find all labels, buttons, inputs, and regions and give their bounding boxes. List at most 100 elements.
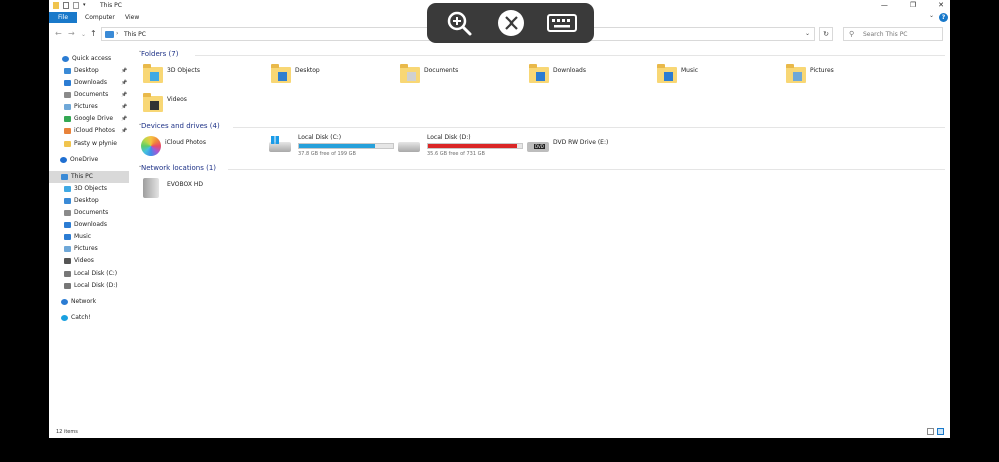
chevron-down-icon[interactable]: ⌄	[805, 30, 810, 37]
tab-file[interactable]: File	[49, 12, 77, 23]
device-label: iCloud Photos	[165, 139, 206, 146]
breadcrumb-this-pc[interactable]: This PC	[124, 31, 146, 38]
search-input[interactable]: ⚲ Search This PC	[843, 27, 943, 41]
remote-connection-icon[interactable]	[497, 9, 525, 37]
disk-usage-bar	[298, 143, 394, 149]
sidebar-item-quick-access[interactable]: Quick access	[49, 53, 129, 65]
folder-small-icon[interactable]	[53, 2, 59, 9]
pin-icon: 📌	[121, 80, 128, 86]
network-location-label: EVOBOX HD	[167, 181, 204, 188]
folder-documents[interactable]: Documents	[400, 64, 510, 90]
sidebar-item-network[interactable]: Network	[49, 296, 129, 308]
folder-icon	[400, 64, 420, 83]
disk-usage-bar	[427, 143, 523, 149]
documents-icon	[64, 92, 71, 98]
folder-desktop[interactable]: Desktop	[271, 64, 381, 90]
refresh-button[interactable]: ↻	[819, 27, 833, 41]
new-folder-icon[interactable]	[73, 2, 79, 9]
drive-icon	[398, 142, 420, 152]
folder-icon	[64, 141, 71, 147]
folder-3d-objects[interactable]: 3D Objects	[143, 64, 253, 90]
dvd-logo-icon: DVD	[534, 144, 545, 149]
download-icon	[536, 72, 545, 81]
keyboard-icon[interactable]	[547, 9, 577, 37]
customize-toolbar-icon[interactable]: ▾	[83, 2, 88, 9]
disk-free-text: 37.8 GB free of 199 GB	[298, 151, 356, 157]
pictures-icon	[64, 104, 71, 110]
sidebar-item-3d-objects[interactable]: 3D Objects	[49, 183, 129, 195]
device-label: Local Disk (C:)	[298, 134, 342, 141]
maximize-button[interactable]: ❐	[910, 1, 916, 9]
folder-downloads[interactable]: Downloads	[529, 64, 639, 90]
computer-icon	[61, 174, 68, 180]
sidebar-item-videos[interactable]: Videos	[49, 255, 129, 267]
folder-icon	[529, 64, 549, 83]
folder-icon	[657, 64, 677, 83]
desktop-icon	[278, 72, 287, 81]
properties-icon[interactable]	[63, 2, 69, 9]
disk-usage-fill	[428, 144, 518, 148]
device-label: Local Disk (D:)	[427, 134, 471, 141]
details-view-icon[interactable]	[927, 428, 934, 435]
quick-access-toolbar: ▾	[53, 2, 88, 9]
music-icon	[64, 234, 71, 240]
folder-pictures[interactable]: Pictures	[786, 64, 896, 90]
sidebar-item-local-disk-d[interactable]: Local Disk (D:)	[49, 280, 129, 292]
sidebar-item-google-drive[interactable]: Google Drive 📌	[49, 113, 129, 125]
back-arrow-icon[interactable]: ←	[55, 29, 62, 38]
device-dvd-rw-drive-e[interactable]: DVD DVD RW Drive (E:)	[527, 136, 652, 162]
sidebar-item-label: Pasty w płynie	[74, 140, 118, 147]
sidebar-item-this-pc[interactable]: This PC	[49, 171, 129, 183]
close-button[interactable]: ✕	[938, 1, 944, 9]
minimize-button[interactable]: —	[881, 1, 888, 9]
sidebar-item-pictures[interactable]: Pictures 📌	[49, 101, 129, 113]
sidebar-item-pasty-w-p-ynie[interactable]: Pasty w płynie	[49, 138, 129, 150]
sidebar-item-documents[interactable]: Documents	[49, 207, 129, 219]
sidebar-item-label: Network	[71, 298, 97, 305]
google-drive-icon	[64, 116, 71, 122]
videos-icon	[150, 101, 159, 110]
sidebar-item-icloud-photos[interactable]: iCloud Photos 📌	[49, 125, 129, 137]
large-icons-view-icon[interactable]	[937, 428, 944, 435]
tab-computer[interactable]: Computer	[79, 12, 121, 23]
group-heading-network[interactable]: Network locations (1)	[141, 164, 216, 172]
network-location-evobox-hd[interactable]: EVOBOX HD	[143, 178, 253, 204]
desktop-icon	[64, 68, 71, 74]
help-button[interactable]: ?	[939, 13, 948, 22]
star-icon	[62, 56, 69, 62]
folder-icon	[786, 64, 806, 83]
documents-icon	[64, 210, 71, 216]
network-icon	[61, 299, 68, 305]
sidebar-item-local-disk-c[interactable]: Local Disk (C:)	[49, 268, 129, 280]
chevron-right-icon[interactable]: ›	[116, 30, 118, 37]
up-arrow-icon[interactable]: ↑	[90, 29, 97, 38]
device-local-disk-c[interactable]: Local Disk (C:) 37.8 GB free of 199 GB	[269, 134, 394, 162]
group-heading-devices[interactable]: Devices and drives (4)	[141, 122, 220, 130]
sidebar-item-label: Documents	[74, 209, 109, 216]
sidebar-item-desktop[interactable]: Desktop	[49, 195, 129, 207]
cube-icon	[64, 186, 71, 192]
tab-view[interactable]: View	[119, 12, 145, 23]
drive-icon	[64, 283, 71, 289]
folder-videos[interactable]: Videos	[143, 93, 253, 119]
device-icloud-photos[interactable]: iCloud Photos	[141, 136, 266, 162]
device-local-disk-d[interactable]: Local Disk (D:) 35.6 GB free of 731 GB	[398, 134, 523, 162]
zoom-in-icon[interactable]	[445, 9, 473, 37]
sidebar-item-label: Pictures	[74, 245, 98, 252]
forward-arrow-icon[interactable]: →	[68, 29, 75, 38]
sidebar-item-desktop[interactable]: Desktop 📌	[49, 65, 129, 77]
folder-music[interactable]: Music	[657, 64, 767, 90]
sidebar-item-onedrive[interactable]: OneDrive	[49, 154, 129, 166]
expand-ribbon-icon[interactable]: ⌄	[929, 12, 934, 19]
bottom-black-bar	[0, 438, 999, 462]
sidebar-item-music[interactable]: Music	[49, 231, 129, 243]
sidebar-item-pictures[interactable]: Pictures	[49, 243, 129, 255]
sidebar-item-downloads[interactable]: Downloads	[49, 219, 129, 231]
sidebar-item-documents[interactable]: Documents 📌	[49, 89, 129, 101]
sidebar-item-downloads[interactable]: Downloads 📌	[49, 77, 129, 89]
pin-icon: 📌	[121, 104, 128, 110]
group-heading-folders[interactable]: Folders (7)	[141, 50, 178, 58]
folder-label: Music	[681, 67, 699, 74]
sidebar-item-catch[interactable]: Catch!	[49, 312, 129, 324]
recent-locations-icon[interactable]: ⌄	[81, 31, 86, 38]
